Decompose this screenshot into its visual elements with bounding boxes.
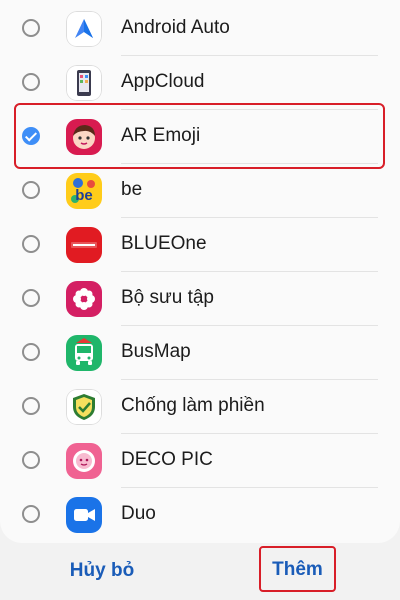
list-item-android-auto[interactable]: Android Auto bbox=[0, 2, 400, 56]
list-item-deco-pic[interactable]: DECO PIC bbox=[0, 434, 400, 488]
svg-text:be: be bbox=[75, 187, 93, 204]
selection-highlight-box bbox=[14, 103, 385, 169]
list-item-blueone[interactable]: BLUEOne bbox=[0, 218, 400, 272]
app-label: BusMap bbox=[121, 341, 191, 362]
busmap-icon bbox=[66, 335, 102, 371]
list-item-duo[interactable]: Duo bbox=[0, 488, 400, 542]
list-item-do-not-disturb[interactable]: Chống làm phiền bbox=[0, 380, 400, 434]
blueone-icon bbox=[66, 227, 102, 263]
radio-button[interactable] bbox=[22, 181, 40, 199]
appcloud-icon bbox=[66, 65, 102, 101]
deco-pic-icon bbox=[66, 443, 102, 479]
app-label: be bbox=[121, 179, 143, 200]
list-item-be[interactable]: be be bbox=[0, 164, 400, 218]
radio-button[interactable] bbox=[22, 235, 40, 253]
app-label: Duo bbox=[121, 503, 156, 524]
list-item-gallery[interactable]: Bộ sưu tập bbox=[0, 272, 400, 326]
app-label: Bộ sưu tập bbox=[121, 287, 214, 308]
radio-button[interactable] bbox=[22, 19, 40, 37]
radio-button[interactable] bbox=[22, 451, 40, 469]
android-auto-icon bbox=[66, 11, 102, 47]
dialog-footer: Hủy bỏ Thêm bbox=[0, 543, 400, 600]
duo-icon bbox=[66, 497, 102, 533]
do-not-disturb-icon bbox=[66, 389, 102, 425]
radio-button[interactable] bbox=[22, 505, 40, 523]
app-label: Android Auto bbox=[121, 17, 230, 38]
app-label: BLUEOne bbox=[121, 233, 207, 254]
add-button[interactable]: Thêm bbox=[259, 546, 336, 592]
app-label: DECO PIC bbox=[121, 449, 213, 470]
list-item-appcloud[interactable]: AppCloud bbox=[0, 56, 400, 110]
radio-button[interactable] bbox=[22, 397, 40, 415]
radio-button[interactable] bbox=[22, 289, 40, 307]
radio-button[interactable] bbox=[22, 343, 40, 361]
app-list-card: Android Auto AppCloud AR Emoji be be BLU… bbox=[0, 0, 400, 543]
radio-button[interactable] bbox=[22, 73, 40, 91]
be-icon: be bbox=[66, 173, 102, 209]
app-label: Chống làm phiền bbox=[121, 395, 265, 416]
app-picker-screen: Android Auto AppCloud AR Emoji be be BLU… bbox=[0, 0, 400, 600]
cancel-button[interactable]: Hủy bỏ bbox=[62, 553, 142, 589]
gallery-icon bbox=[66, 281, 102, 317]
app-label: AppCloud bbox=[121, 71, 205, 92]
list-item-busmap[interactable]: BusMap bbox=[0, 326, 400, 380]
